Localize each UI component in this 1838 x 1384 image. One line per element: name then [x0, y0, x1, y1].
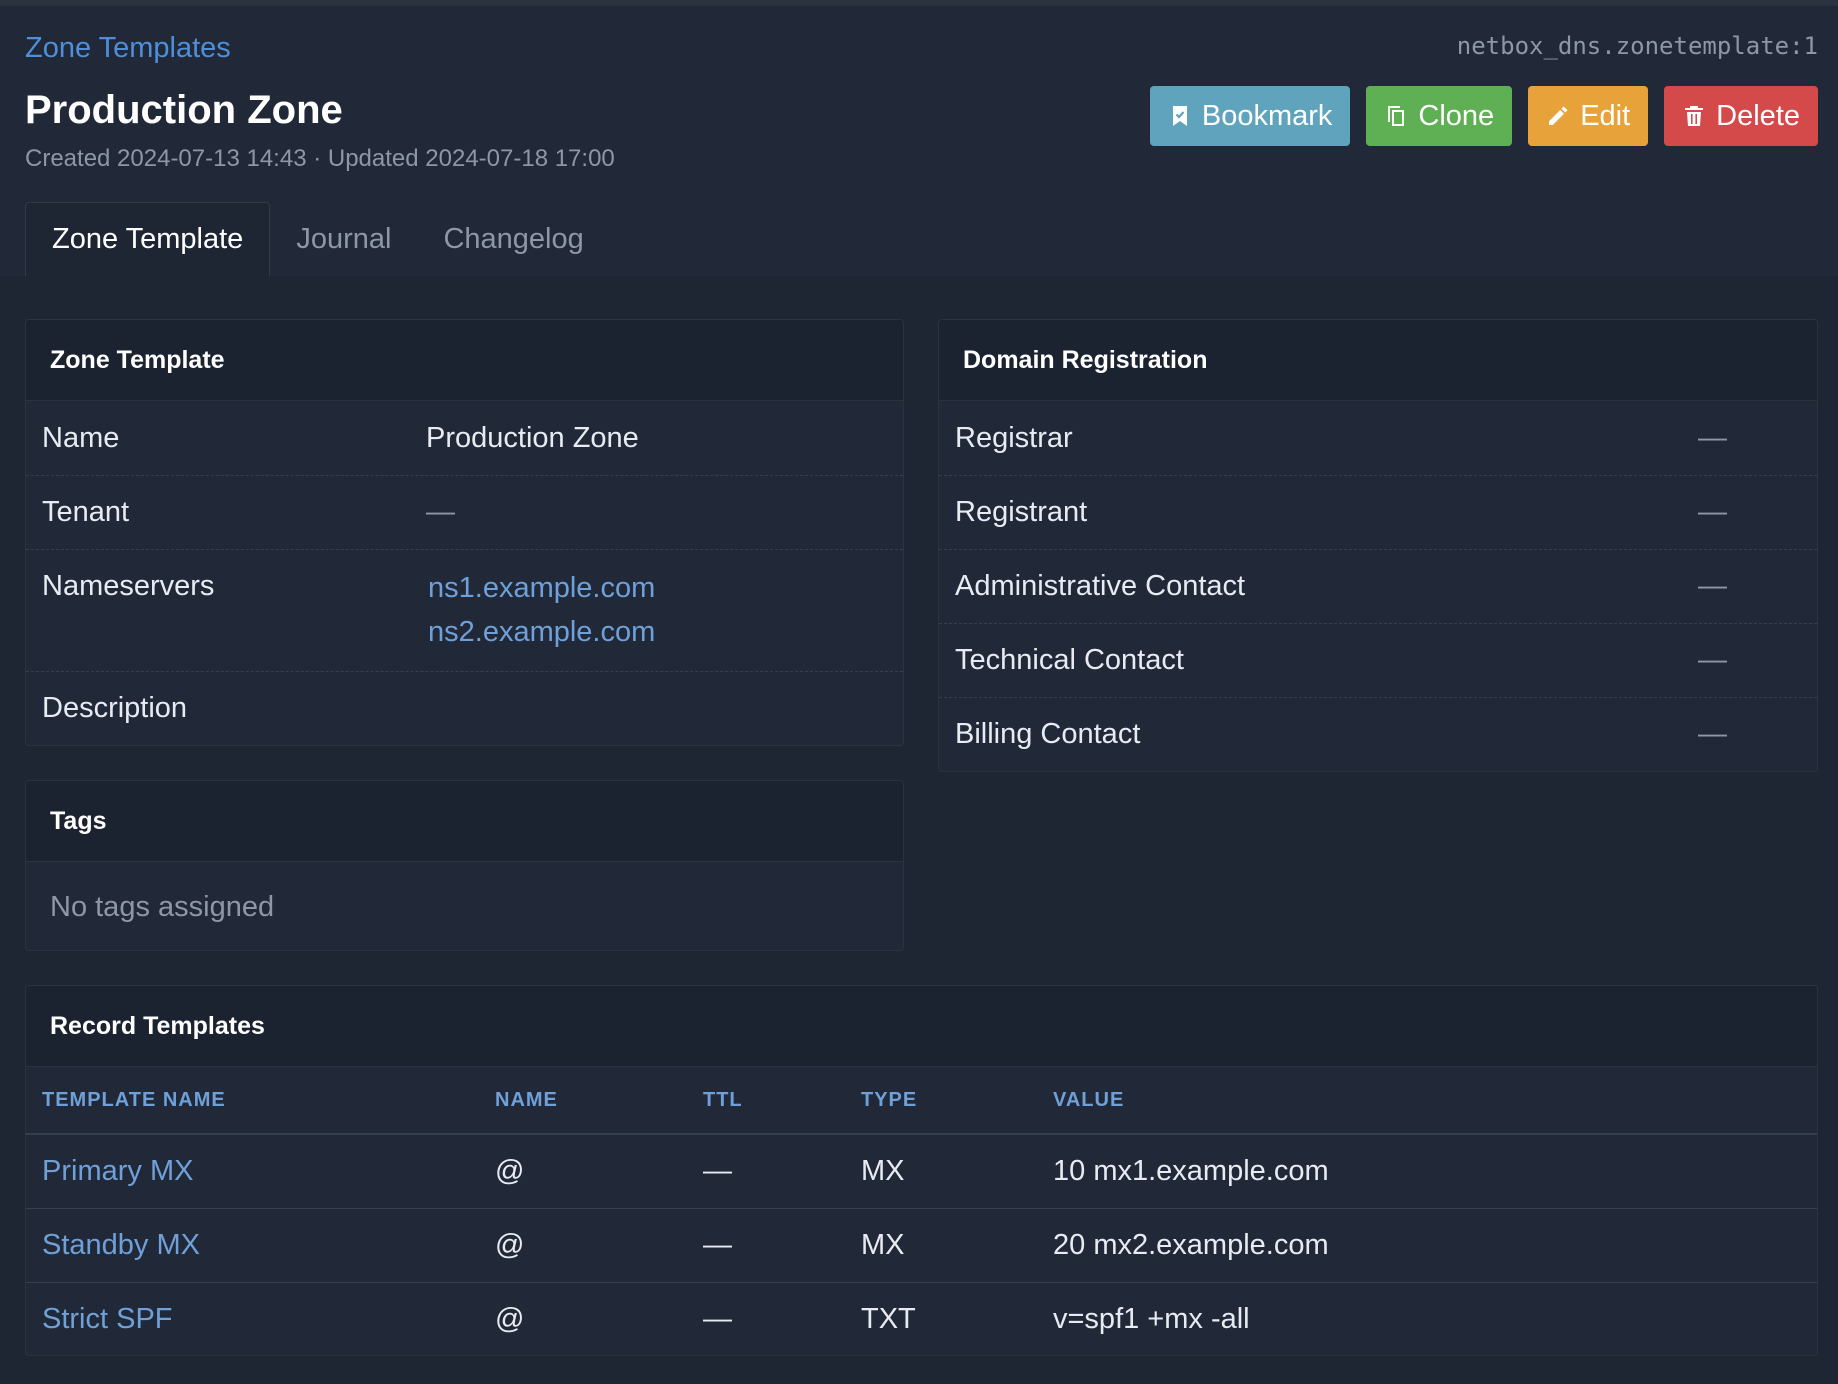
row-label: Description — [42, 692, 188, 724]
tab-bar: Zone Template Journal Changelog — [25, 202, 610, 276]
row-label: Registrant — [955, 496, 1088, 528]
tags-card: Tags No tags assigned — [25, 780, 904, 951]
table-row: Primary MX @ — MX 10 mx1.example.com — [26, 1134, 1817, 1209]
column-header-name[interactable]: NAME — [495, 1067, 703, 1135]
pencil-icon — [1549, 106, 1568, 125]
row-value: — — [1698, 718, 1727, 750]
clone-button[interactable]: Clone — [1366, 86, 1513, 146]
page-title: Production Zone — [25, 88, 343, 132]
record-type-cell: MX — [861, 1208, 1053, 1283]
bookmark-button[interactable]: Bookmark — [1149, 86, 1351, 146]
table-row: Standby MX @ — MX 20 mx2.example.com — [26, 1208, 1817, 1283]
edit-label: Edit — [1580, 99, 1631, 132]
column-header-ttl[interactable]: TTL — [703, 1067, 861, 1135]
edit-button[interactable]: Edit — [1528, 86, 1649, 146]
row-value: — — [1698, 644, 1727, 676]
trash-icon — [1685, 106, 1704, 126]
row-value: — — [1698, 570, 1727, 602]
template-name-link[interactable]: Primary MX — [42, 1155, 193, 1187]
column-header-value[interactable]: VALUE — [1053, 1067, 1817, 1135]
row-label: Technical Contact — [955, 644, 1184, 676]
row-value: — — [1698, 496, 1727, 528]
bookmark-icon — [1172, 106, 1187, 126]
copy-icon — [1388, 106, 1405, 126]
row-tenant: Tenant — — [26, 476, 903, 550]
card-header: Record Templates — [26, 986, 1817, 1067]
domain-registration-card: Domain Registration Registrar — Registra… — [938, 319, 1818, 772]
row-administrative-contact: Administrative Contact — — [939, 550, 1817, 624]
card-header: Zone Template — [26, 320, 903, 401]
no-tags-text: No tags assigned — [50, 891, 275, 923]
record-name-cell: @ — [495, 1134, 703, 1209]
row-description: Description — [26, 672, 903, 745]
object-identifier: netbox_dns.zonetemplate:1 — [1456, 32, 1818, 60]
row-registrant: Registrant — — [939, 476, 1817, 550]
created-updated-meta: Created 2024-07-13 14:43 · Updated 2024-… — [25, 145, 615, 172]
row-label: Nameservers — [42, 570, 215, 602]
delete-button[interactable]: Delete — [1664, 86, 1818, 146]
zone-template-card: Zone Template Name Production Zone Tenan… — [25, 319, 904, 746]
record-ttl-cell: — — [703, 1303, 732, 1335]
row-name: Name Production Zone — [26, 401, 903, 476]
tab-journal[interactable]: Journal — [270, 202, 417, 276]
record-type-cell: TXT — [861, 1303, 916, 1335]
record-name-cell: @ — [495, 1303, 525, 1335]
record-value-cell: 10 mx1.example.com — [1053, 1134, 1817, 1209]
row-label: Tenant — [42, 496, 130, 528]
card-header: Tags — [26, 781, 903, 862]
tab-zone-template[interactable]: Zone Template — [25, 202, 271, 276]
tab-changelog[interactable]: Changelog — [417, 202, 609, 276]
row-value: — — [1698, 422, 1727, 454]
action-buttons: Bookmark Clone Edit Delete — [1149, 86, 1818, 146]
row-value: Production Zone — [426, 422, 639, 454]
table-row: Strict SPF @ — TXT v=spf1 +mx -all — [26, 1283, 1817, 1356]
page-header: Zone Templates netbox_dns.zonetemplate:1… — [0, 6, 1838, 276]
breadcrumb-zone-templates[interactable]: Zone Templates — [25, 32, 231, 65]
column-header-type[interactable]: TYPE — [861, 1067, 1053, 1135]
record-ttl-cell: — — [703, 1208, 861, 1283]
row-registrar: Registrar — — [939, 401, 1817, 476]
record-templates-card: Record Templates TEMPLATE NAME NAME TTL … — [25, 985, 1818, 1356]
nameserver-link[interactable]: ns1.example.com — [428, 572, 655, 605]
nameserver-link[interactable]: ns2.example.com — [428, 616, 655, 649]
delete-label: Delete — [1716, 99, 1800, 132]
row-label: Name — [42, 422, 120, 454]
record-value-cell: v=spf1 +mx -all — [1053, 1303, 1250, 1335]
row-label: Billing Contact — [955, 718, 1141, 750]
template-name-link[interactable]: Strict SPF — [42, 1303, 173, 1335]
row-label: Administrative Contact — [955, 570, 1246, 602]
record-type-cell: MX — [861, 1134, 1053, 1209]
row-label: Registrar — [955, 422, 1073, 454]
template-name-link[interactable]: Standby MX — [42, 1229, 200, 1261]
record-name-cell: @ — [495, 1208, 703, 1283]
card-header: Domain Registration — [939, 320, 1817, 401]
record-ttl-cell: — — [703, 1134, 861, 1209]
clone-label: Clone — [1418, 99, 1495, 132]
record-templates-table: TEMPLATE NAME NAME TTL TYPE VALUE Primar… — [26, 1067, 1817, 1356]
record-value-cell: 20 mx2.example.com — [1053, 1208, 1817, 1283]
table-header-row: TEMPLATE NAME NAME TTL TYPE VALUE — [26, 1067, 1817, 1135]
row-value: — — [426, 496, 455, 528]
row-technical-contact: Technical Contact — — [939, 624, 1817, 698]
bookmark-label: Bookmark — [1201, 99, 1333, 132]
column-header-template-name[interactable]: TEMPLATE NAME — [26, 1067, 495, 1135]
row-nameservers: Nameservers ns1.example.com ns2.example.… — [26, 550, 903, 672]
row-billing-contact: Billing Contact — — [939, 698, 1817, 771]
